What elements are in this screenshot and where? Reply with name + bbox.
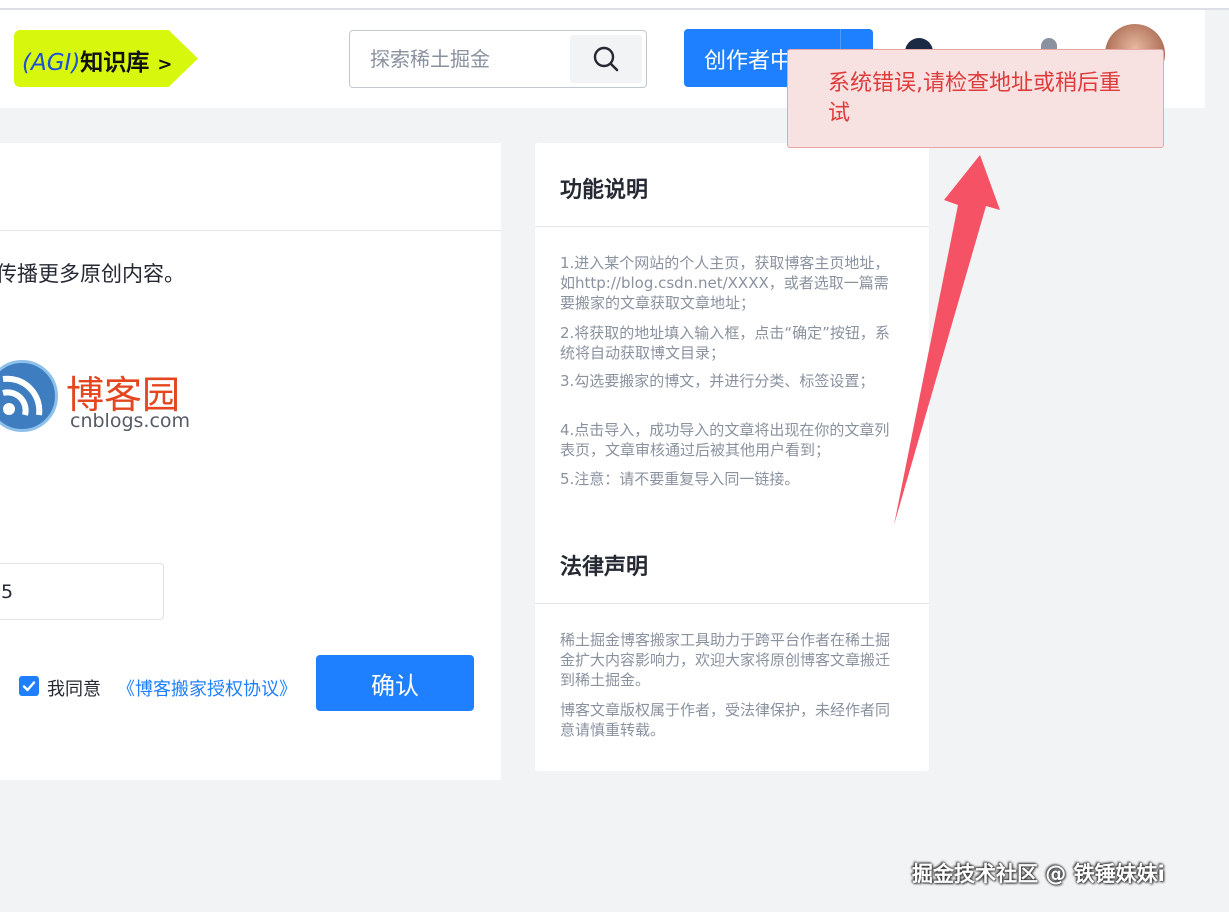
agreement-link[interactable]: 《博客搬家授权协议》: [117, 675, 297, 701]
badge-text: (AGI)知识库 >: [22, 43, 172, 77]
legal-divider: [535, 603, 929, 604]
feature-item-4: 4.点击导入，成功导入的文章将出现在你的文章列表页，文章审核通过后被其他用户看到…: [560, 421, 890, 459]
error-message: 系统错误,请检查地址或稍后重试: [828, 71, 1121, 126]
feature-title: 功能说明: [560, 178, 649, 203]
feature-divider: [535, 226, 929, 227]
feature-item-5: 5.注意：请不要重复导入同一链接。: [560, 470, 800, 488]
agree-checkbox[interactable]: [19, 676, 39, 696]
feature-item-3: 3.勾选要搬家的博文，并进行分类、标签设置；: [560, 372, 875, 390]
window-top-border: [0, 0, 1229, 10]
blog-url-input[interactable]: [0, 563, 164, 620]
search-icon: [593, 46, 619, 72]
feature-item-2: 2.将获取的地址填入输入框，点击“确定”按钮，系统将自动获取博文目录；: [560, 324, 890, 362]
card-header-divider: [0, 230, 501, 231]
checkmark-icon: [22, 681, 36, 692]
legal-item-1: 稀土掘金博客搬家工具助力于跨平台作者在稀土掘金扩大内容影响力，欢迎大家将原创博客…: [560, 631, 891, 689]
feature-item-1: 1.进入某个网站的个人主页，获取博客主页地址，如http://blog.csdn…: [560, 254, 890, 312]
legal-item-2: 博客文章版权属于作者，受法律保护，未经作者同意请慎重转载。: [560, 701, 891, 739]
confirm-button[interactable]: 确认: [316, 655, 474, 711]
error-toast: 系统错误,请检查地址或稍后重试: [787, 49, 1164, 148]
cnblogs-logo: 博客园 cnblogs.com: [0, 360, 196, 438]
page-gutter: [1205, 10, 1229, 912]
search-button[interactable]: [570, 35, 642, 83]
info-card: 功能说明 1.进入某个网站的个人主页，获取博客主页地址，如http://blog…: [535, 143, 929, 771]
search-box: [349, 30, 647, 88]
agi-knowledge-badge[interactable]: (AGI)知识库 >: [14, 30, 198, 87]
rss-icon: [0, 360, 58, 432]
legal-title: 法律声明: [560, 555, 649, 580]
badge-title: 知识库: [80, 50, 150, 76]
agree-label: 我同意: [47, 679, 101, 700]
platform-domain: cnblogs.com: [70, 410, 191, 432]
chevron-right-icon: >: [157, 54, 173, 75]
intro-text: 传播更多原创内容。: [0, 262, 185, 286]
badge-agi-label: (AGI): [22, 50, 81, 76]
watermark: 掘金技术社区 @ 铁锤妹妹i: [912, 862, 1165, 886]
search-input[interactable]: [368, 31, 562, 87]
